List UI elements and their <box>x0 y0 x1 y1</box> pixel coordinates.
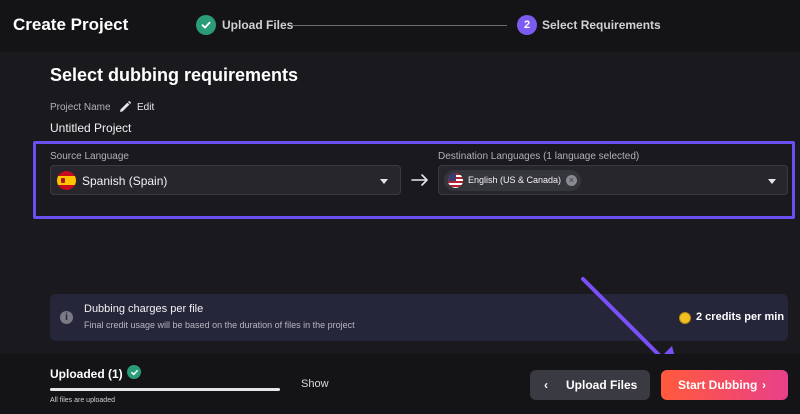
start-dubbing-button[interactable]: Start Dubbing › <box>661 370 788 400</box>
section-title: Select dubbing requirements <box>50 65 299 85</box>
chevron-left-icon: ‹ <box>544 378 548 392</box>
source-language-value: Spanish (Spain) <box>82 174 168 188</box>
source-language-label: Source Language <box>50 151 129 162</box>
spain-flag-icon <box>57 171 76 190</box>
remove-language-icon[interactable]: × <box>566 175 577 186</box>
footer-bar: Uploaded (1) All files are uploaded Show… <box>0 354 800 414</box>
source-language-select[interactable]: Spanish (Spain) <box>50 165 401 195</box>
upload-progress-bar <box>50 388 280 391</box>
project-name: Untitled Project <box>50 121 132 135</box>
caret-down-icon <box>768 179 776 184</box>
language-chip-label: English (US & Canada) <box>468 175 562 185</box>
uploaded-count: Uploaded (1) <box>50 367 123 381</box>
arrow-right-icon <box>411 174 428 186</box>
start-dubbing-button-label: Start Dubbing <box>678 378 758 392</box>
language-chip: English (US & Canada) × <box>444 170 581 191</box>
destination-languages-label: Destination Languages (1 language select… <box>438 151 640 162</box>
destination-languages-select[interactable]: English (US & Canada) × <box>438 165 788 195</box>
step-complete-check-icon <box>196 15 216 35</box>
show-files-link[interactable]: Show <box>301 378 329 390</box>
edit-project-name-button[interactable]: Edit <box>137 102 154 113</box>
upload-complete-check-icon <box>127 365 141 379</box>
pencil-icon[interactable] <box>118 100 132 114</box>
charges-title: Dubbing charges per file <box>84 303 204 315</box>
step-connector <box>291 25 507 26</box>
page-title: Create Project <box>13 15 129 34</box>
charges-subtitle: Final credit usage will be based on the … <box>84 320 355 330</box>
top-bar: Create Project Upload Files 2 Select Req… <box>0 0 800 52</box>
step-select-requirements: Select Requirements <box>542 18 661 32</box>
info-icon: i <box>60 311 73 324</box>
credits-rate: 2 credits per min <box>696 311 785 323</box>
usa-flag-icon <box>448 173 463 188</box>
upload-files-button-label: Upload Files <box>566 378 638 392</box>
upload-files-button[interactable]: ‹ Upload Files <box>530 370 650 400</box>
step-upload-files[interactable]: Upload Files <box>222 18 293 32</box>
upload-progress-fill <box>50 388 280 391</box>
step-number-badge: 2 <box>517 15 537 35</box>
caret-down-icon <box>380 179 388 184</box>
chevron-right-icon: › <box>762 378 766 392</box>
project-name-label: Project Name <box>50 102 111 113</box>
upload-status-text: All files are uploaded <box>50 397 115 404</box>
